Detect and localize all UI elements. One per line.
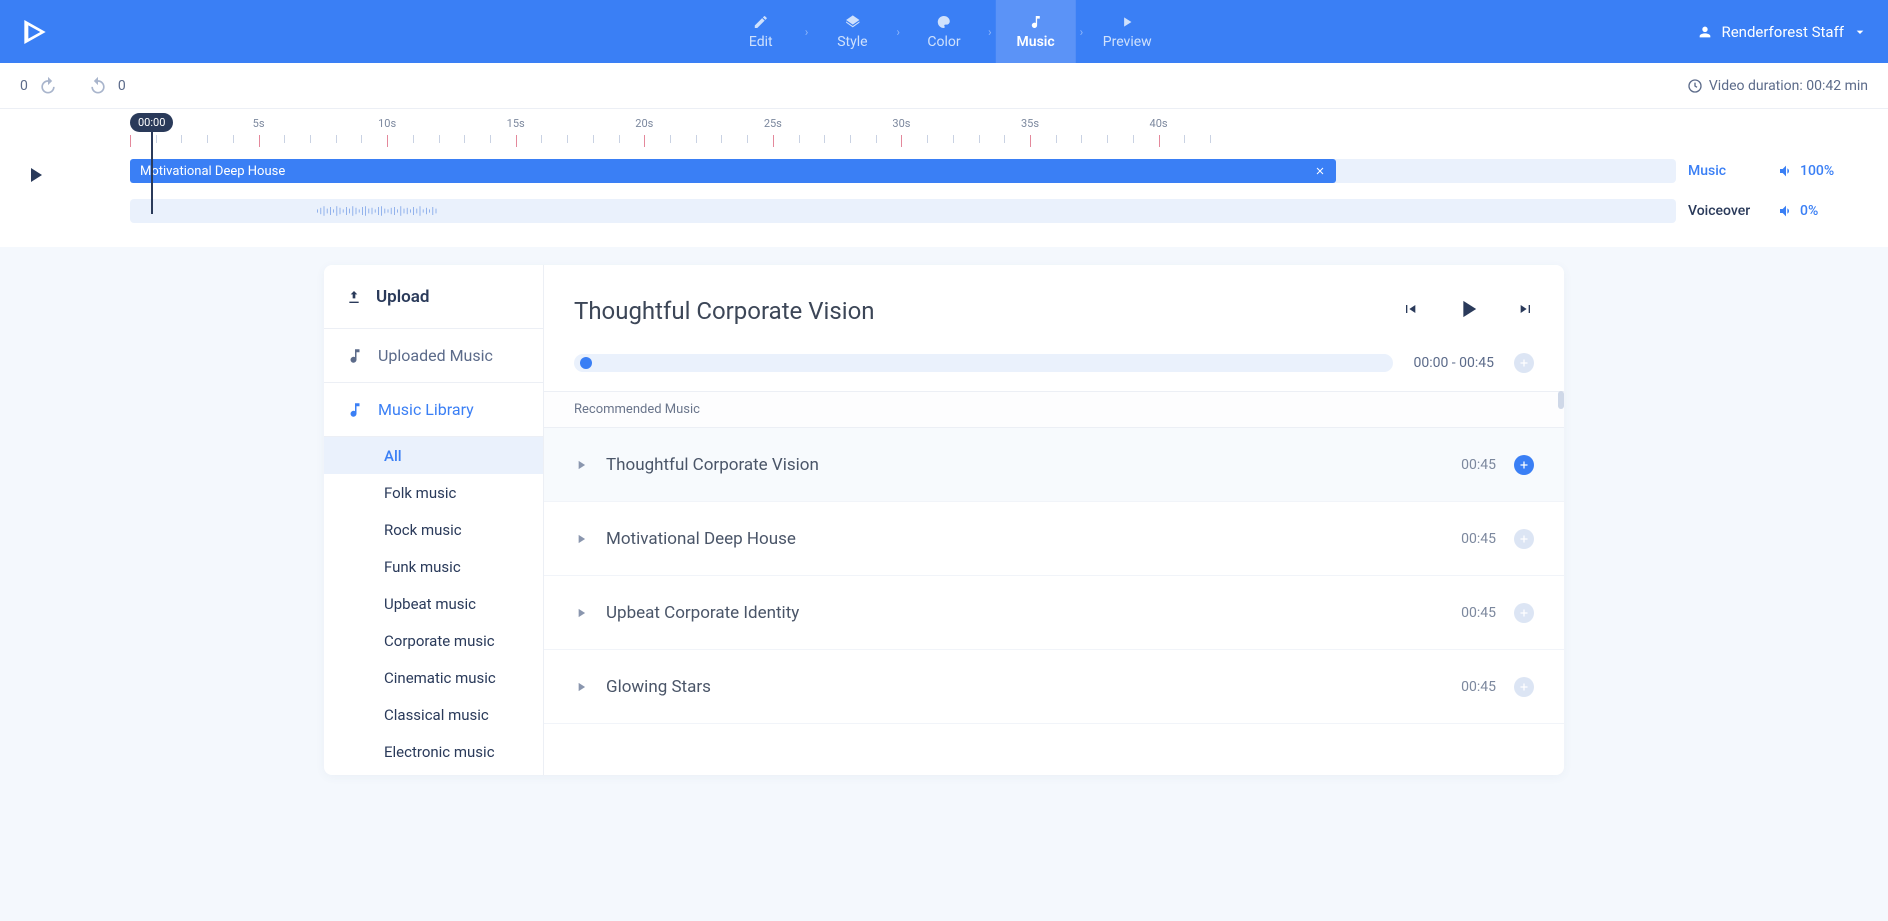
redo-count: 0 [118,78,126,94]
plus-icon [1518,533,1530,545]
play-icon [1119,14,1135,30]
clock-icon [1687,78,1703,94]
timeline-ruler[interactable]: 5s10s15s20s25s30s35s40s [130,117,1868,151]
chevron-right-icon: › [1076,25,1088,39]
remove-track-icon[interactable] [1314,165,1326,177]
undo-icon[interactable] [38,76,58,96]
track-row[interactable]: Upbeat Corporate Identity 00:45 [544,576,1564,650]
seek-bar[interactable] [574,354,1393,372]
prev-track-button[interactable] [1402,301,1418,321]
nav-color[interactable]: Color [904,0,984,63]
nav-music[interactable]: Music [996,0,1076,63]
uploaded-music-tab[interactable]: Uploaded Music [324,329,543,383]
playhead[interactable]: 00:00 [130,113,173,214]
track-row[interactable]: Motivational Deep House 00:45 [544,502,1564,576]
play-button[interactable] [1454,295,1482,327]
play-icon[interactable] [574,606,588,620]
app-header: Edit›Style›Color›Music›Preview Renderfor… [0,0,1888,63]
step-nav: Edit›Style›Color›Music›Preview [721,0,1167,63]
plus-icon [1518,357,1530,369]
music-note-icon [346,401,364,419]
track-duration: 00:45 [1461,605,1496,621]
music-sidebar: Upload Uploaded Music Music Library AllF… [324,265,544,775]
voiceover-label: Voiceover [1688,203,1768,219]
music-panel: Upload Uploaded Music Music Library AllF… [324,265,1564,775]
chevron-right-icon: › [984,25,996,39]
category-classical-music[interactable]: Classical music [324,696,543,733]
pencil-icon [753,14,769,30]
user-menu[interactable]: Renderforest Staff [1697,23,1868,41]
note-icon [1028,14,1044,30]
add-track-button[interactable] [1514,353,1534,373]
waveform-icon [316,204,476,218]
voiceover-volume[interactable]: 0% [1778,203,1868,219]
player-controls [1402,295,1534,327]
category-all[interactable]: All [324,437,543,474]
palette-icon [936,14,952,30]
music-label: Music [1688,163,1768,179]
volume-icon [1778,163,1794,179]
nav-edit[interactable]: Edit [721,0,801,63]
category-rock-music[interactable]: Rock music [324,511,543,548]
time-range: 00:00 - 00:45 [1413,355,1494,371]
category-list: AllFolk musicRock musicFunk musicUpbeat … [324,437,543,775]
category-electronic-music[interactable]: Electronic music [324,733,543,770]
volume-icon [1778,203,1794,219]
track-duration: 00:45 [1461,531,1496,547]
track-list: Thoughtful Corporate Vision00:45Motivati… [544,428,1564,775]
upload-icon [346,289,362,305]
category-folk-music[interactable]: Folk music [324,474,543,511]
chevron-down-icon [1852,24,1868,40]
play-icon[interactable] [574,532,588,546]
redo-icon[interactable] [88,76,108,96]
music-library-tab[interactable]: Music Library [324,383,543,437]
category-corporate-music[interactable]: Corporate music [324,622,543,659]
voiceover-track[interactable] [130,199,1676,223]
scrollbar[interactable] [1558,391,1564,409]
track-name: Motivational Deep House [606,529,1443,549]
play-icon[interactable] [574,458,588,472]
add-track-button[interactable] [1514,677,1534,697]
track-duration: 00:45 [1461,457,1496,473]
add-track-button[interactable] [1514,455,1534,475]
nav-preview[interactable]: Preview [1087,0,1167,63]
plus-icon [1518,607,1530,619]
track-name: Upbeat Corporate Identity [606,603,1443,623]
track-row[interactable]: Thoughtful Corporate Vision 00:45 [544,428,1564,502]
timeline-panel: 5s10s15s20s25s30s35s40s 00:00 Motivation… [0,109,1888,247]
track-name: Glowing Stars [606,677,1443,697]
logo[interactable] [0,16,70,48]
category-cinematic-music[interactable]: Cinematic music [324,659,543,696]
toolbar: 0 0 Video duration: 00:42 min [0,63,1888,109]
user-name: Renderforest Staff [1721,23,1844,41]
track-name: Thoughtful Corporate Vision [606,455,1443,475]
plus-icon [1518,459,1530,471]
music-volume[interactable]: 100% [1778,163,1868,179]
music-note-icon [346,347,364,365]
track-duration: 00:45 [1461,679,1496,695]
music-content: Thoughtful Corporate Vision 00:00 - 00:4… [544,265,1564,775]
user-icon [1697,24,1713,40]
upload-button[interactable]: Upload [324,265,543,329]
now-playing-title: Thoughtful Corporate Vision [574,297,875,325]
category-funk-music[interactable]: Funk music [324,548,543,585]
timeline-play-icon[interactable] [23,163,47,187]
next-track-button[interactable] [1518,301,1534,321]
chevron-right-icon: › [892,25,904,39]
add-track-button[interactable] [1514,529,1534,549]
play-icon[interactable] [574,680,588,694]
add-track-button[interactable] [1514,603,1534,623]
music-track[interactable]: Motivational Deep House [130,159,1676,183]
category-upbeat-music[interactable]: Upbeat music [324,585,543,622]
video-duration: Video duration: 00:42 min [1687,78,1868,94]
nav-style[interactable]: Style [812,0,892,63]
section-header: Recommended Music [544,391,1564,428]
track-row[interactable]: Glowing Stars 00:45 [544,650,1564,724]
plus-icon [1518,681,1530,693]
layers-icon [844,14,860,30]
chevron-right-icon: › [801,25,813,39]
seek-handle[interactable] [580,357,592,369]
undo-count: 0 [20,78,28,94]
